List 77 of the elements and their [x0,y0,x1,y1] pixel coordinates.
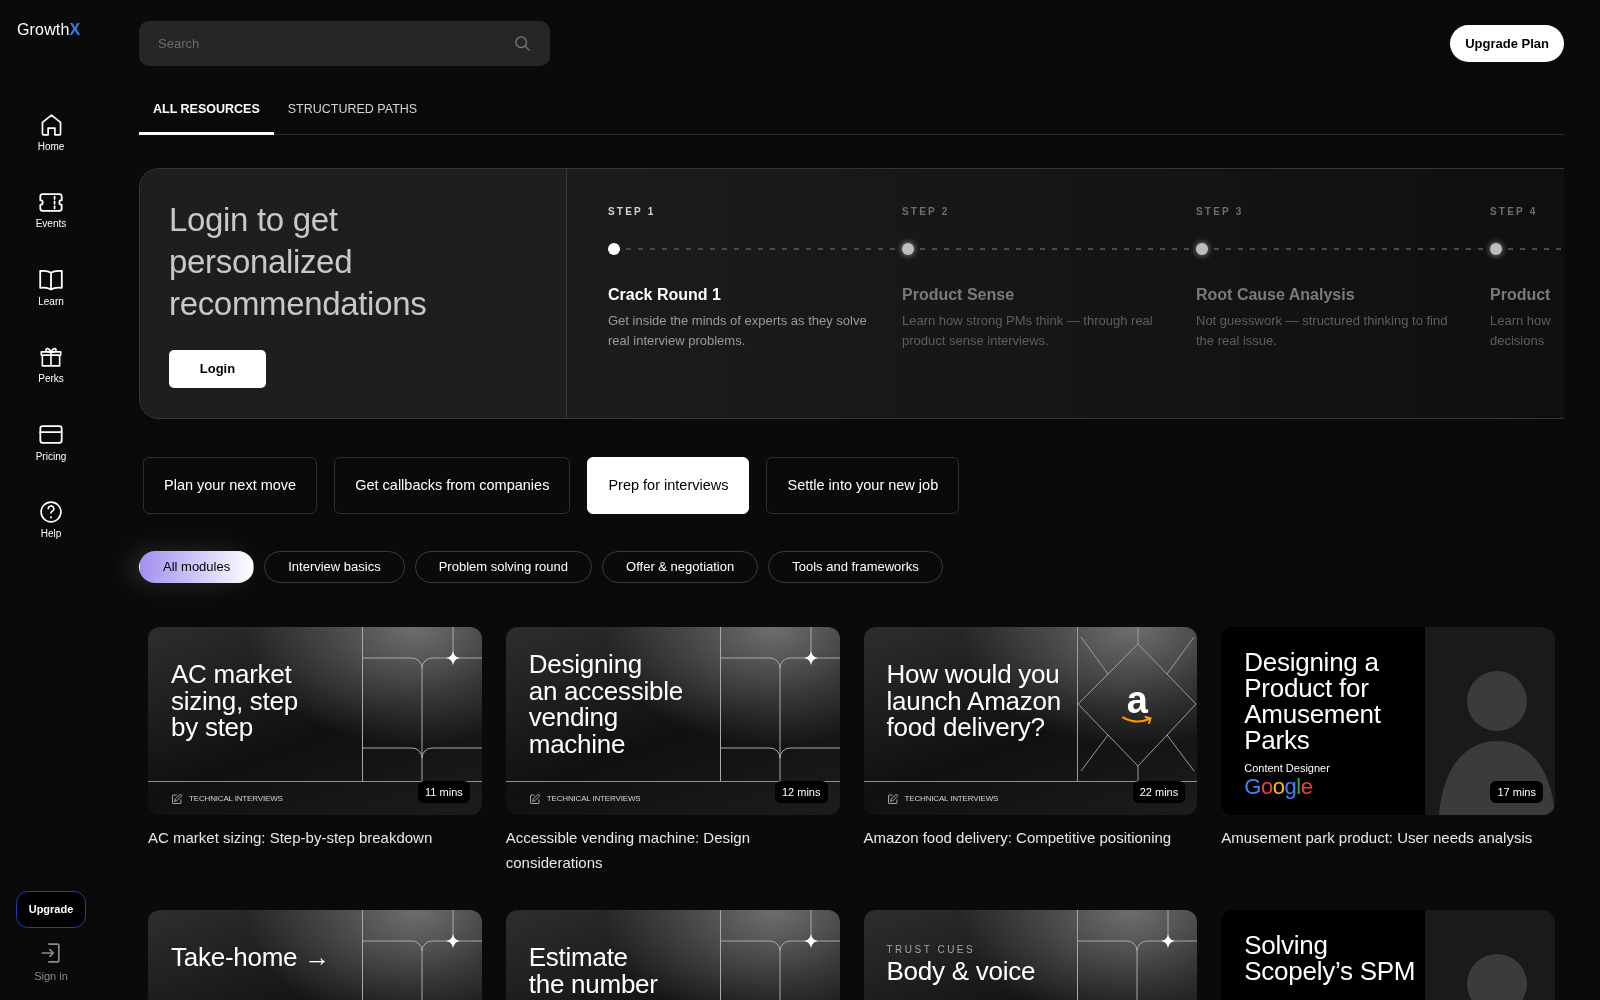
sign-in-button[interactable]: Sign in [34,943,68,983]
goal-button[interactable]: Settle into your new job [766,457,960,514]
tab[interactable]: ALL RESOURCES [139,87,274,135]
step-label: STEP 3 [1196,206,1245,218]
thumbnail-heading: Estimate the number [528,944,658,997]
nav-item[interactable]: Learn [19,264,83,312]
topic-tag: TECHNICAL INTERVIEWS [904,793,999,804]
filter-chip[interactable]: Interview basics [264,551,405,583]
step-title: Root Cause Analysis [1196,284,1356,305]
upgrade-button[interactable]: Upgrade [16,891,86,928]
video-thumbnail[interactable]: How would you launch Amazon food delivery? a TECHNICAL INTERVIEWS 22 mins [863,627,1198,815]
step-description: Not guesswork — structured thinking to find the real issue. [1196,311,1449,351]
nav-item[interactable]: Perks [19,342,83,390]
nav-item[interactable]: Pricing [19,419,83,467]
video-thumbnail[interactable]: AC market sizing, step by step TECHNICAL INTERVIEWS 11 mins [148,627,482,815]
card-title[interactable]: Amusement park product: User needs analysis [1221,826,1555,851]
video-thumbnail[interactable]: Take-home → [148,910,482,1000]
ticket-icon [39,192,63,212]
step-label: STEP 1 [608,206,657,218]
step-label: STEP 2 [902,206,951,218]
filter-chip[interactable]: Offer & negotiation [602,551,759,583]
video-thumbnail[interactable]: Estimate the number [505,910,840,1000]
video-thumbnail[interactable]: Designing an accessible vending machine TECHNICAL INTERVIEWS 12 mins [505,627,840,815]
duration-badge: 22 mins [1132,781,1186,803]
card-title[interactable]: AC market sizing: Step-by-step breakdown [148,826,482,851]
search-icon [515,36,530,51]
sign-in-icon [41,943,61,963]
video-thumbnail[interactable]: Designing a Product for Amusement Parks Content Designer Google 17 mins [1221,627,1555,815]
login-button[interactable]: Login [169,350,266,388]
nav-item[interactable]: Home [19,110,83,157]
filter-chip[interactable]: Tools and frameworks [768,551,943,583]
goal-button[interactable]: Prep for interviews [587,457,750,514]
thumbnail-heading: Designing an accessible vending machine [528,651,683,757]
thumbnail-heading: AC market sizing, step by step [171,661,298,741]
book-icon [39,268,63,291]
thumbnail-eyebrow: TRUST CUES [886,944,976,956]
video-thumbnail[interactable]: TRUST CUES Body & voice [863,910,1198,1000]
thumbnail-heading: How would you launch Amazon food delivery? [886,661,1061,741]
credit-card-icon [39,425,63,445]
search-field[interactable]: Search [139,21,550,66]
duration-badge: 11 mins [418,781,470,803]
goal-button[interactable]: Get callbacks from companies [334,457,571,514]
step-description: Learn how strong PMs think — through real product sense interviews. [902,311,1154,351]
thumbnail-heading: Designing a Product for Amusement Parks [1244,649,1381,753]
logo[interactable]: GrowthX [17,20,81,40]
thumbnail-heading: Take-home → [171,944,330,971]
step-title: Crack Round 1 [608,284,722,305]
step-title: Product Sense [902,284,1016,305]
card-title[interactable]: Accessible vending machine: Design considerations [505,826,840,875]
step-label: STEP 4 [1490,206,1539,218]
topic-tag: TECHNICAL INTERVIEWS [546,793,641,804]
gift-icon [40,347,62,368]
login-prompt-heading: Login to get personalized recommendations [169,200,428,324]
duration-badge: 17 mins [1490,781,1543,803]
step-description: Learn how decisions [1490,311,1552,351]
goal-button[interactable]: Plan your next move [143,457,318,514]
thumbnail-heading: Solving Scopely’s SPM [1244,932,1416,984]
company-logo-text: Google [1244,775,1313,799]
filter-chip[interactable]: All modules [139,551,255,583]
filter-chip[interactable]: Problem solving round [414,551,593,583]
topic-tag: TECHNICAL INTERVIEWS [189,793,283,804]
smile-arrow-icon [1122,715,1153,725]
upgrade-plan-button[interactable]: Upgrade Plan [1450,25,1564,62]
step-description: Get inside the minds of experts as they solve real interview problems. [608,311,868,351]
card-title[interactable]: Amazon food delivery: Competitive positioning [863,826,1198,851]
speaker-role: Content Designer [1244,761,1330,775]
nav-item[interactable]: Help [19,496,83,544]
step-title: Product [1490,284,1552,305]
step-connector-line [1508,247,1564,250]
home-icon [40,114,62,136]
logo-letter: a [1126,683,1148,716]
nav-item[interactable]: Events [19,187,83,235]
tab[interactable]: STRUCTURED PATHS [273,87,432,135]
video-thumbnail[interactable]: Solving Scopely’s SPM [1221,910,1555,1000]
duration-badge: 12 mins [774,781,828,803]
help-icon [40,500,62,523]
thumbnail-heading: Body & voice [886,958,1036,985]
